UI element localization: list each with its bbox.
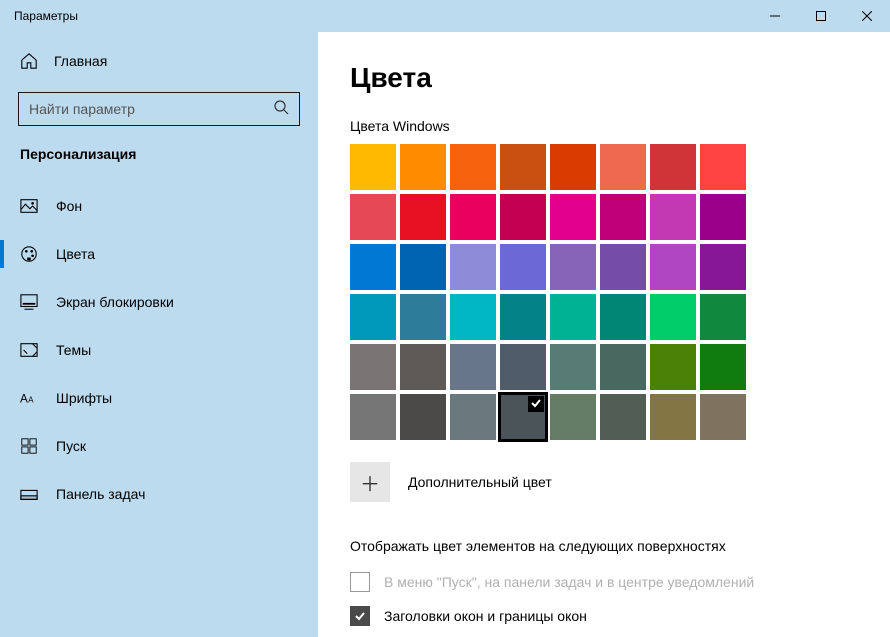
sidebar-item-0[interactable]: Фон [0,182,318,230]
color-swatch[interactable] [400,294,446,340]
nav-icon [20,341,38,359]
search-icon [273,99,289,120]
sidebar-nav: Фон Цвета Экран блокировки Темы AA Шрифты Пуск… [0,182,318,518]
color-swatch[interactable] [600,244,646,290]
search-placeholder: Найти параметр [29,101,273,117]
color-swatch[interactable] [350,144,396,190]
plus-icon: ＋ [350,462,390,502]
nav-label: Фон [56,198,82,214]
color-swatch[interactable] [650,394,696,440]
nav-icon [20,437,38,455]
color-swatch[interactable] [350,194,396,240]
home-label: Главная [54,53,107,69]
sidebar-item-2[interactable]: Экран блокировки [0,278,318,326]
color-grid [350,144,890,440]
option-start-taskbar-label: В меню "Пуск", на панели задач и в центр… [384,574,754,590]
color-swatch[interactable] [700,144,746,190]
color-swatch[interactable] [550,294,596,340]
color-swatch[interactable] [550,394,596,440]
color-swatch[interactable] [650,244,696,290]
nav-icon [20,293,38,311]
option-title-bars[interactable]: Заголовки окон и границы окон [350,606,890,626]
color-swatch[interactable] [350,394,396,440]
option-start-taskbar: В меню "Пуск", на панели задач и в центр… [350,572,890,592]
color-swatch[interactable] [350,244,396,290]
color-swatch[interactable] [650,194,696,240]
color-swatch[interactable] [450,244,496,290]
color-swatch[interactable] [500,244,546,290]
color-swatch[interactable] [500,294,546,340]
color-swatch[interactable] [550,244,596,290]
page-heading: Цвета [350,62,890,94]
color-swatch[interactable] [500,344,546,390]
color-swatch[interactable] [550,344,596,390]
nav-label: Экран блокировки [56,294,174,310]
main-content: Цвета Цвета Windows ＋ Дополнительный цве… [318,32,890,637]
sidebar-item-5[interactable]: Пуск [0,422,318,470]
sidebar: Главная Найти параметр Персонализация Фо… [0,32,318,637]
palette-label: Цвета Windows [350,118,890,134]
titlebar: Параметры [0,0,890,32]
home-link[interactable]: Главная [18,40,300,82]
nav-label: Пуск [56,438,86,454]
color-swatch[interactable] [600,344,646,390]
color-swatch[interactable] [600,144,646,190]
color-swatch[interactable] [650,344,696,390]
category-heading: Персонализация [20,146,300,162]
checkbox-title-bars[interactable] [350,606,370,626]
color-swatch[interactable] [600,294,646,340]
color-swatch[interactable] [700,294,746,340]
color-swatch[interactable] [500,394,546,440]
color-swatch[interactable] [400,244,446,290]
custom-color-row[interactable]: ＋ Дополнительный цвет [350,462,890,502]
color-swatch[interactable] [400,344,446,390]
nav-icon [20,245,38,263]
color-swatch[interactable] [700,244,746,290]
nav-icon [20,197,38,215]
svg-text:A: A [28,396,34,405]
sidebar-item-3[interactable]: Темы [0,326,318,374]
search-input[interactable]: Найти параметр [18,92,300,126]
nav-label: Цвета [56,246,95,262]
nav-icon: AA [20,389,38,407]
nav-label: Шрифты [56,390,112,406]
nav-label: Темы [56,342,91,358]
color-swatch[interactable] [550,194,596,240]
custom-color-label: Дополнительный цвет [408,474,552,490]
color-swatch[interactable] [650,144,696,190]
sidebar-item-4[interactable]: AA Шрифты [0,374,318,422]
home-icon [20,52,38,70]
color-swatch[interactable] [500,144,546,190]
color-swatch[interactable] [700,394,746,440]
color-swatch[interactable] [700,194,746,240]
color-swatch[interactable] [400,194,446,240]
color-swatch[interactable] [350,344,396,390]
option-title-bars-label: Заголовки окон и границы окон [384,608,587,624]
maximize-button[interactable] [798,0,844,32]
color-swatch[interactable] [650,294,696,340]
svg-text:A: A [20,393,28,406]
color-swatch[interactable] [500,194,546,240]
surfaces-heading: Отображать цвет элементов на следующих п… [350,538,890,554]
color-swatch[interactable] [600,394,646,440]
sidebar-item-1[interactable]: Цвета [0,230,318,278]
color-swatch[interactable] [550,144,596,190]
window-title: Параметры [0,9,752,23]
color-swatch[interactable] [600,194,646,240]
color-swatch[interactable] [450,344,496,390]
color-swatch[interactable] [400,394,446,440]
color-swatch[interactable] [450,194,496,240]
nav-label: Панель задач [56,486,145,502]
minimize-button[interactable] [752,0,798,32]
color-swatch[interactable] [450,144,496,190]
sidebar-item-6[interactable]: Панель задач [0,470,318,518]
color-swatch[interactable] [350,294,396,340]
color-swatch[interactable] [700,344,746,390]
checkbox-start-taskbar [350,572,370,592]
color-swatch[interactable] [450,394,496,440]
nav-icon [20,485,38,503]
color-swatch[interactable] [450,294,496,340]
close-button[interactable] [844,0,890,32]
color-swatch[interactable] [400,144,446,190]
